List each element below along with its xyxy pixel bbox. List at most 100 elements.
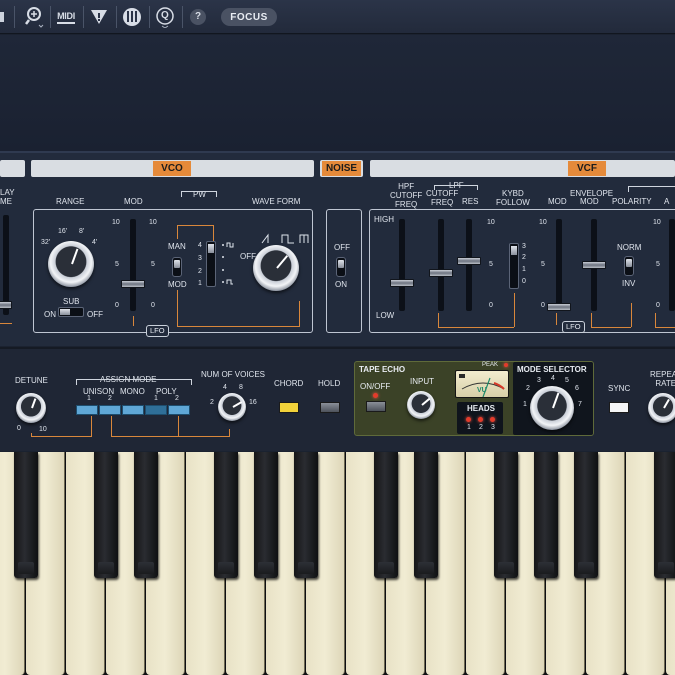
vcf-section-bar: VCF bbox=[370, 160, 675, 177]
black-key[interactable] bbox=[294, 452, 318, 578]
quantize-icon[interactable]: Q bbox=[153, 4, 177, 30]
black-key[interactable] bbox=[414, 452, 438, 578]
attack-slider-track bbox=[669, 219, 675, 311]
poly-1-button[interactable] bbox=[145, 405, 167, 415]
kybd-follow-switch[interactable] bbox=[509, 243, 519, 289]
keyboard bbox=[0, 452, 675, 675]
black-key[interactable] bbox=[654, 452, 675, 578]
mode-selector-label: MODE SELECTOR bbox=[517, 365, 587, 374]
wave-step-switch[interactable] bbox=[206, 241, 216, 287]
patch-line bbox=[229, 429, 230, 437]
env-mod-slider[interactable] bbox=[582, 261, 606, 269]
vco-mod-slider[interactable] bbox=[121, 280, 145, 288]
patch-line bbox=[177, 225, 178, 239]
scroll-left-icon[interactable] bbox=[0, 4, 8, 30]
keyboard-icon[interactable] bbox=[120, 4, 144, 30]
black-key[interactable] bbox=[214, 452, 238, 578]
range-mark: 16' bbox=[58, 228, 68, 235]
vco-section-title: VCO bbox=[153, 161, 191, 176]
patch-line bbox=[591, 327, 631, 328]
patch-line bbox=[514, 293, 515, 327]
hold-label: HOLD bbox=[318, 379, 341, 388]
mode-mark: 6 bbox=[575, 385, 579, 392]
voices-mark: 4 bbox=[223, 384, 227, 391]
head-led[interactable] bbox=[478, 417, 483, 422]
delay-section-bar bbox=[0, 160, 25, 177]
black-key[interactable] bbox=[14, 452, 38, 578]
black-key[interactable] bbox=[574, 452, 598, 578]
focus-button[interactable]: FOCUS bbox=[221, 8, 277, 26]
vcf-tick: 0 bbox=[489, 302, 493, 309]
voices-mark: 2 bbox=[210, 399, 214, 406]
polarity-toggle[interactable] bbox=[624, 256, 634, 276]
vcf-mod-tick: 5 bbox=[541, 261, 545, 268]
patch-line bbox=[178, 416, 179, 437]
hold-button[interactable] bbox=[320, 402, 340, 413]
vco-section-bar: VCO bbox=[31, 160, 314, 177]
black-key[interactable] bbox=[494, 452, 518, 578]
num-voices-knob[interactable] bbox=[218, 393, 246, 421]
black-key[interactable] bbox=[254, 452, 278, 578]
res-slider-track bbox=[466, 219, 472, 311]
wave-form-icons bbox=[261, 233, 309, 244]
black-key[interactable] bbox=[534, 452, 558, 578]
chord-button[interactable] bbox=[279, 402, 299, 413]
poly-2-button[interactable] bbox=[168, 405, 190, 415]
tape-echo-label: TAPE ECHO bbox=[359, 365, 406, 374]
repeat-rate-knob[interactable] bbox=[648, 393, 675, 423]
quantize-label: Q bbox=[161, 10, 169, 21]
repeat-rate-label: REPEAT RATE bbox=[650, 370, 675, 388]
pw-toggle[interactable] bbox=[172, 257, 182, 277]
zoom-icon[interactable] bbox=[24, 4, 46, 30]
mode-mark: 2 bbox=[526, 385, 530, 392]
patch-line bbox=[299, 301, 300, 327]
voices-mark: 8 bbox=[239, 384, 243, 391]
mode-selector-indicator bbox=[552, 392, 560, 409]
vcf-mod-slider[interactable] bbox=[547, 303, 571, 311]
help-icon[interactable]: ? bbox=[187, 4, 209, 30]
patch-line bbox=[556, 313, 557, 325]
unison-2-button[interactable] bbox=[99, 405, 121, 415]
mono-label: MONO bbox=[120, 387, 145, 396]
head-led[interactable] bbox=[466, 417, 471, 422]
hpf-slider-track bbox=[399, 219, 405, 311]
midi-icon[interactable]: MIDI bbox=[53, 4, 79, 30]
hpf-slider[interactable] bbox=[390, 279, 414, 287]
wave-form-knob[interactable] bbox=[253, 245, 299, 291]
res-slider[interactable] bbox=[457, 257, 481, 265]
peak-label: PEAK bbox=[482, 362, 499, 368]
head-led[interactable] bbox=[490, 417, 495, 422]
vco-mod-tick: 5 bbox=[115, 261, 119, 268]
kybd-follow-knob bbox=[511, 246, 517, 255]
range-knob[interactable] bbox=[48, 241, 94, 287]
input-knob[interactable] bbox=[407, 391, 435, 419]
delay-slider[interactable] bbox=[0, 301, 12, 309]
noise-on-label: ON bbox=[335, 280, 347, 289]
noise-toggle[interactable] bbox=[336, 257, 346, 277]
midi-label: MIDI bbox=[57, 11, 75, 24]
heads-panel: HEADS 1 2 3 bbox=[457, 402, 503, 434]
black-key[interactable] bbox=[374, 452, 398, 578]
detune-knob[interactable] bbox=[16, 393, 46, 423]
toolbar-divider bbox=[116, 6, 117, 28]
lpf-cutoff-slider[interactable] bbox=[429, 269, 453, 277]
patch-line bbox=[655, 327, 675, 328]
echo-onoff-button[interactable] bbox=[366, 401, 386, 412]
sync-button[interactable] bbox=[609, 402, 629, 413]
patch-line bbox=[631, 303, 632, 327]
unison-1-button[interactable] bbox=[76, 405, 98, 415]
black-key[interactable] bbox=[134, 452, 158, 578]
vu-meter: VU bbox=[455, 370, 509, 398]
mode-selector-knob[interactable] bbox=[530, 386, 574, 430]
sub-toggle[interactable] bbox=[58, 307, 84, 317]
funnel-icon[interactable] bbox=[87, 4, 111, 30]
high-label: HIGH bbox=[374, 215, 394, 224]
patch-line bbox=[91, 416, 92, 437]
kybd-step: 1 bbox=[522, 266, 526, 273]
patch-line bbox=[177, 290, 178, 326]
poly-num: 1 bbox=[154, 395, 158, 402]
sub-label: SUB bbox=[63, 297, 80, 306]
black-key[interactable] bbox=[94, 452, 118, 578]
mono-button[interactable] bbox=[122, 405, 144, 415]
patch-line bbox=[0, 323, 12, 324]
